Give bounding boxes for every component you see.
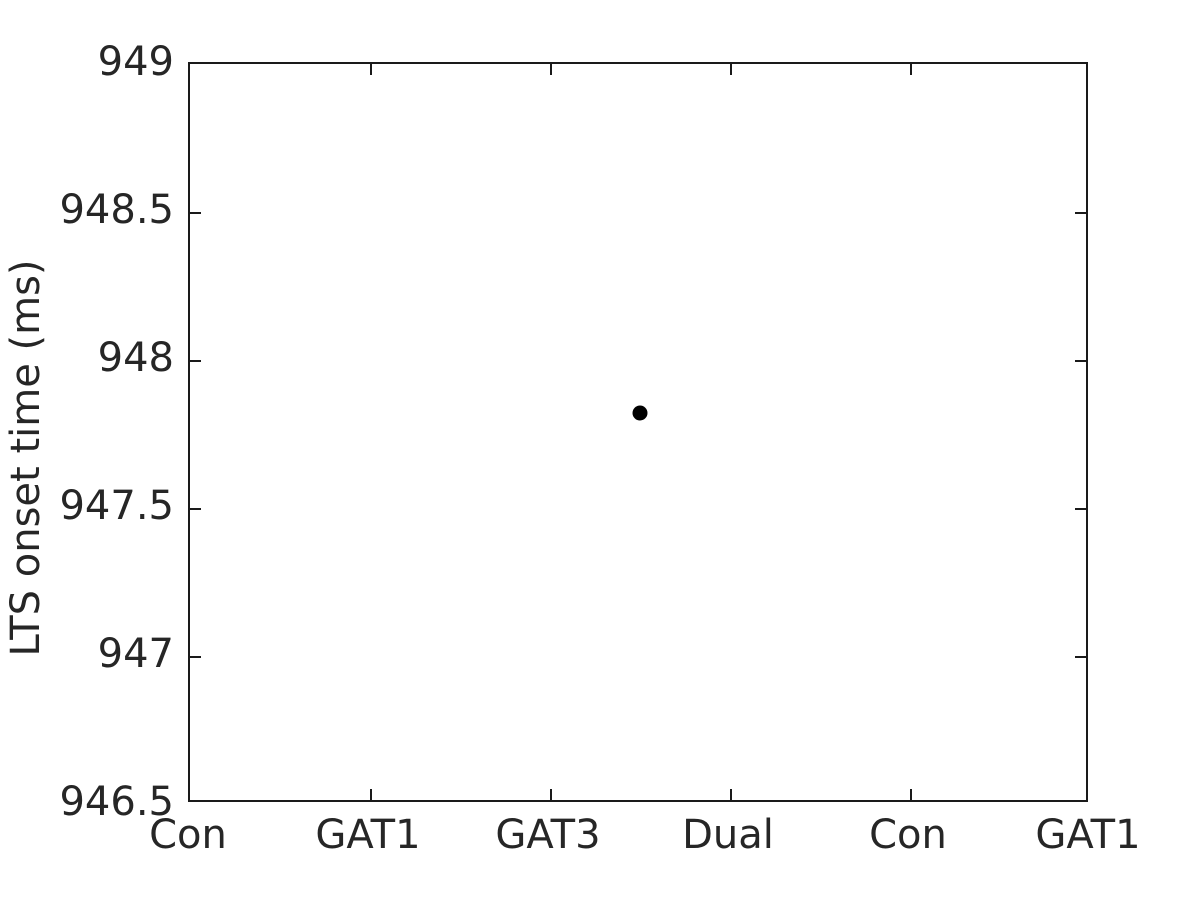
data-point <box>632 405 648 421</box>
y-axis-tick-mark <box>1075 212 1086 214</box>
y-axis-tick-label: 947.5 <box>59 483 174 529</box>
x-axis-tick-mark <box>730 64 732 75</box>
figure-canvas: LTS onset time (ms) 949 948.5 948 947.5 947 9… <box>0 0 1200 900</box>
y-axis-tick-mark <box>1075 360 1086 362</box>
y-axis-tick-mark <box>190 360 201 362</box>
x-axis-tick-mark <box>370 64 372 75</box>
y-axis-tick-mark <box>190 212 201 214</box>
y-axis-tick-mark <box>1075 656 1086 658</box>
x-axis-tick-label: GAT1 <box>1035 812 1141 858</box>
y-axis-tick-mark <box>1075 508 1086 510</box>
y-axis-tick-label: 949 <box>97 39 174 85</box>
x-axis-tick-mark <box>910 64 912 75</box>
y-axis-tick-label: 947 <box>97 631 174 677</box>
x-axis-tick-mark <box>550 789 552 800</box>
y-axis-tick-label: 948 <box>97 335 174 381</box>
plot-area <box>188 62 1088 802</box>
x-axis-tick-mark <box>370 789 372 800</box>
y-axis-tick-label: 948.5 <box>59 187 174 233</box>
x-axis-tick-mark <box>730 789 732 800</box>
x-axis-tick-mark <box>550 64 552 75</box>
y-axis-tick-mark <box>190 508 201 510</box>
x-axis-tick-mark <box>910 789 912 800</box>
y-axis-tick-mark <box>190 656 201 658</box>
